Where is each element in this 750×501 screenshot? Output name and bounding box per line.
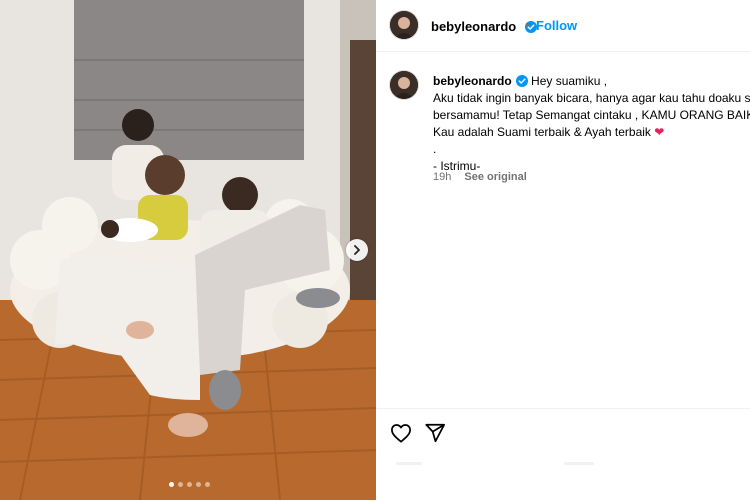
caption-line: . (433, 142, 437, 156)
divider (396, 462, 422, 465)
verified-badge-icon (515, 75, 528, 87)
share-button[interactable] (424, 422, 446, 449)
post-side-panel: bebyleonardo • Follow bebyleonardo Hey s… (376, 0, 750, 500)
caption-line-with-emoji: Kau adalah Suami terbaik & Ayah terbaik … (433, 124, 750, 141)
action-bar (376, 408, 750, 501)
avatar-image (390, 71, 418, 99)
carousel-indicator (169, 482, 210, 487)
like-button[interactable] (390, 423, 412, 448)
send-icon (425, 423, 446, 443)
chevron-right-icon (354, 245, 360, 255)
caption-line: Hey suamiku , (531, 74, 608, 88)
heart-icon (391, 424, 411, 443)
avatar[interactable] (390, 11, 418, 39)
photo-image (0, 0, 376, 500)
caption-username[interactable]: bebyleonardo (433, 74, 512, 88)
carousel-dot (196, 482, 201, 487)
post-caption: bebyleonardo Hey suamiku , Aku tidak ing… (433, 73, 750, 175)
caption-line: Aku tidak ingin banyak bicara, hanya aga… (433, 91, 750, 105)
carousel-dot (178, 482, 183, 487)
caption-line: Kau adalah Suami terbaik & Ayah terbaik (433, 125, 651, 139)
divider (564, 462, 594, 465)
carousel-dot (187, 482, 192, 487)
caption-meta: 19h See original (433, 171, 527, 183)
heart-emoji: ❤ (654, 125, 665, 139)
carousel-dot (205, 482, 210, 487)
carousel-next-button[interactable] (346, 239, 368, 261)
post-photo (0, 0, 376, 500)
username[interactable]: bebyleonardo (431, 19, 516, 34)
caption-first-line: bebyleonardo Hey suamiku , (433, 73, 750, 90)
separator-dot: • (525, 17, 530, 32)
avatar-image (390, 11, 418, 39)
timestamp[interactable]: 19h (433, 171, 451, 183)
caption-avatar[interactable] (390, 71, 418, 99)
caption-line: bersamamu! Tetap Semangat cintaku , KAMU… (433, 108, 750, 122)
see-original-link[interactable]: See original (464, 171, 526, 183)
follow-button[interactable]: Follow (536, 18, 577, 33)
carousel-dot (169, 482, 174, 487)
post-header: bebyleonardo • Follow (376, 0, 750, 52)
